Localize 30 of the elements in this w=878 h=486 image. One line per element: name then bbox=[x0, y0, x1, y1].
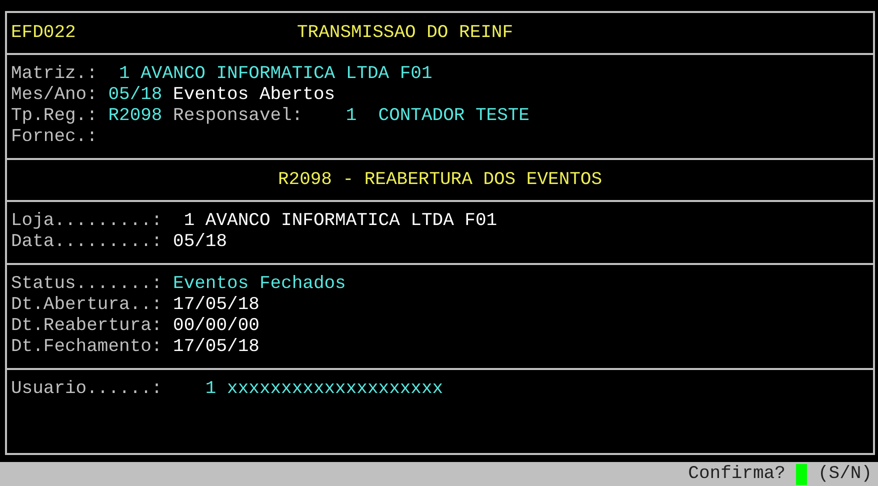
field-value: 17/05/18 bbox=[173, 295, 260, 316]
field-value: 1 AVANCO INFORMATICA LTDA F01 bbox=[182, 211, 498, 232]
section-title: R2098 - REABERTURA DOS EVENTOS bbox=[278, 170, 602, 190]
field-value: 1 CONTADOR TESTE bbox=[344, 106, 530, 127]
field-label: Data.........: bbox=[11, 232, 162, 253]
field-label: Loja.........: bbox=[11, 211, 162, 232]
field-label: Dt.Fechamento: bbox=[11, 337, 162, 358]
field-value: 1 xxxxxxxxxxxxxxxxxxxx bbox=[204, 379, 444, 400]
field-value: R2098 bbox=[108, 106, 162, 127]
field-label: Status.......: bbox=[11, 274, 162, 295]
answer-options: (S/N) bbox=[818, 464, 872, 484]
text-cursor bbox=[796, 464, 808, 484]
field-value: 17/05/18 bbox=[173, 337, 260, 358]
field-label: Matriz.: bbox=[11, 64, 98, 85]
field-value: Eventos Abertos bbox=[173, 85, 336, 106]
field-label: Mes/Ano: bbox=[11, 85, 98, 106]
field-value: 05/18 bbox=[173, 232, 228, 253]
screen-code: EFD022 bbox=[11, 23, 77, 43]
screen-title: TRANSMISSAO DO REINF bbox=[297, 23, 514, 43]
field-value: 00/00/00 bbox=[173, 316, 260, 337]
field-label: Dt.Reabertura: bbox=[11, 316, 162, 337]
field-label: Tp.Reg.: bbox=[11, 106, 98, 127]
field-label: Usuario......: bbox=[11, 379, 162, 400]
confirm-prompt: Confirma? bbox=[688, 464, 786, 484]
field-label: Dt.Abertura..: bbox=[11, 295, 162, 316]
field-label: Responsavel: bbox=[173, 106, 303, 127]
field-value: Eventos Fechados bbox=[173, 274, 346, 295]
field-value: 1 AVANCO INFORMATICA LTDA F01 bbox=[118, 64, 432, 85]
field-value: 05/18 bbox=[108, 85, 162, 106]
field-label: Fornec.: bbox=[11, 127, 98, 148]
